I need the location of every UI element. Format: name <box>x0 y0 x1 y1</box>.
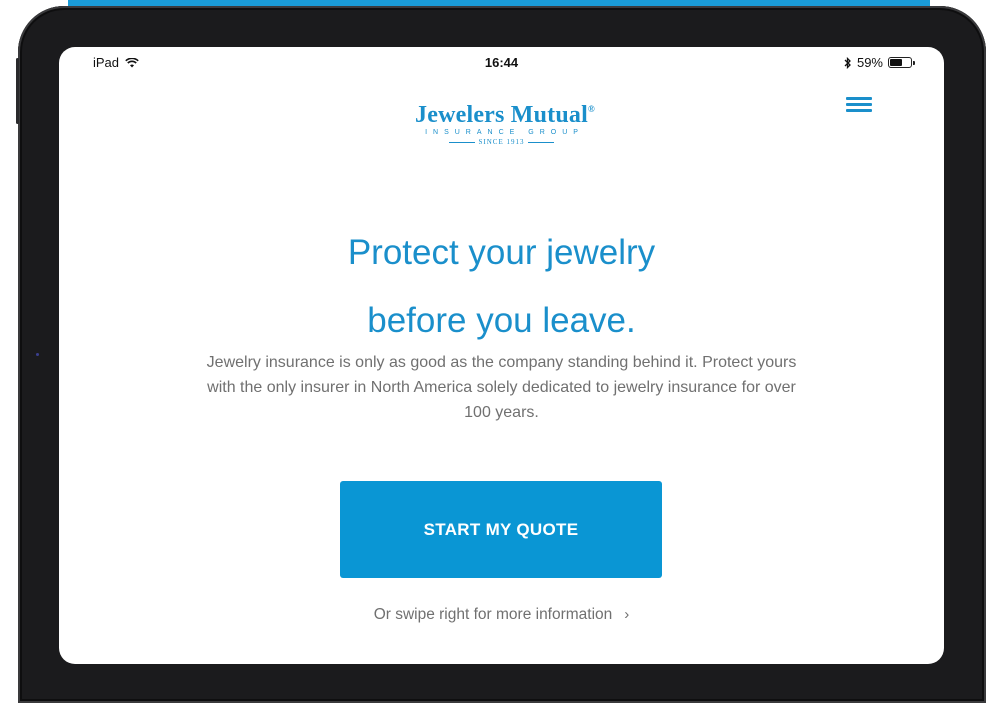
hamburger-menu-icon[interactable] <box>846 97 872 115</box>
start-my-quote-button[interactable]: START MY QUOTE <box>340 481 662 578</box>
menu-bar <box>846 103 872 106</box>
battery-percent: 59% <box>856 55 883 70</box>
swipe-hint-link[interactable]: Or swipe right for more information › <box>59 606 944 624</box>
hero-headline-line2: before you leave. <box>367 301 636 340</box>
swipe-hint-label: Or swipe right for more information <box>373 606 613 623</box>
chevron-right-icon: › <box>624 606 630 623</box>
logo-name-text: Jewelers Mutual <box>415 102 588 128</box>
menu-bar <box>846 97 872 100</box>
menu-bar <box>846 109 872 112</box>
start-my-quote-label: START MY QUOTE <box>423 519 579 539</box>
battery-level <box>890 59 902 66</box>
registered-mark: ® <box>588 104 595 114</box>
logo-since: SINCE 1913 <box>59 138 944 146</box>
bluetooth-icon <box>844 56 851 69</box>
ipad-screen: iPad 16:44 59% Jewelers Mutual ® INSURANC… <box>59 47 944 664</box>
front-camera <box>36 353 39 356</box>
hero-headline: Protect your jewelry before you leave. <box>59 219 944 355</box>
battery-icon <box>888 57 915 68</box>
logo-rule-right <box>528 141 555 143</box>
hero-headline-line1: Protect your jewelry <box>347 233 656 272</box>
jewelers-mutual-logo[interactable]: Jewelers Mutual ® INSURANCE GROUP SINCE 1… <box>59 102 944 146</box>
logo-since-text: SINCE 1913 <box>478 138 525 146</box>
status-bar: iPad 16:44 59% <box>59 47 944 75</box>
side-button <box>16 58 19 124</box>
logo-wordmark: Jewelers Mutual ® <box>415 102 595 129</box>
logo-rule-left <box>448 141 475 143</box>
logo-subtitle: INSURANCE GROUP <box>425 129 584 136</box>
status-right: 59% <box>844 55 915 70</box>
status-time: 16:44 <box>484 55 519 70</box>
hero-description: Jewelry insurance is only as good as the… <box>206 354 797 421</box>
